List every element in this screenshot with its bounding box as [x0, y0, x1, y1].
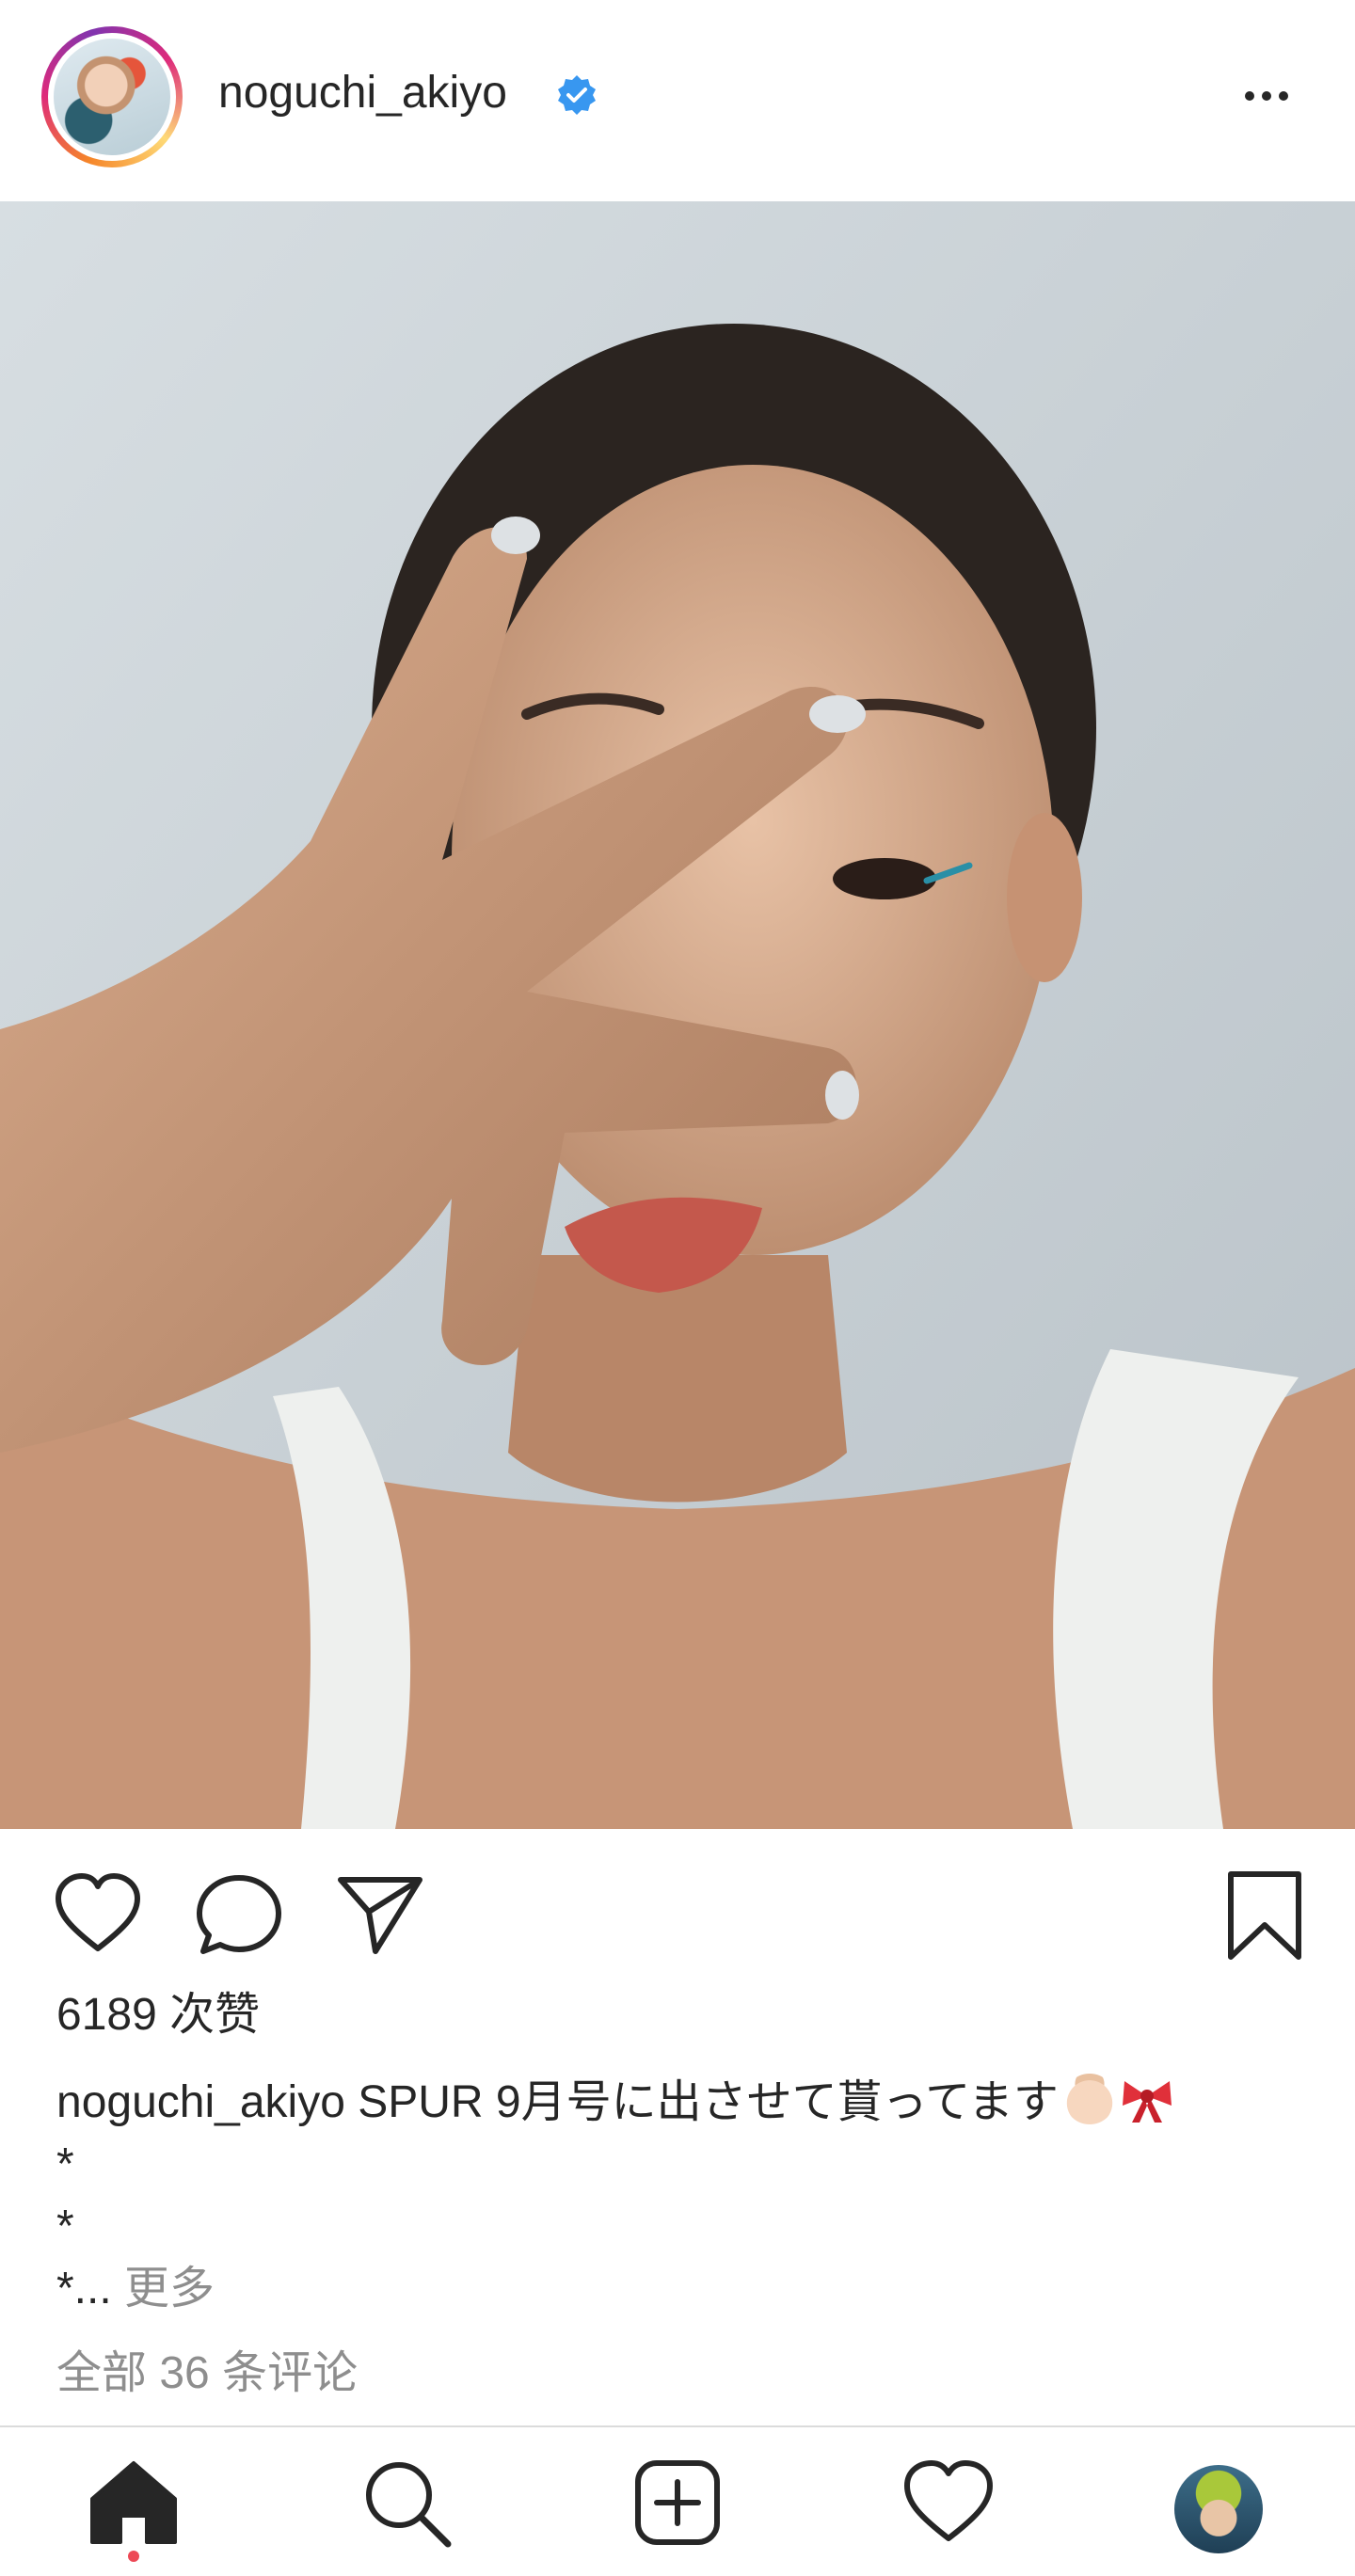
more-options-icon[interactable]	[1240, 75, 1297, 113]
caption-first-line: noguchi_akiyo SPUR 9月号に出させて貰ってます	[56, 2072, 1317, 2134]
bottom-nav	[0, 2427, 1355, 2576]
home-icon[interactable]	[87, 2456, 181, 2550]
post-caption: noguchi_akiyo SPUR 9月号に出させて貰ってます * * *..…	[56, 2072, 1317, 2320]
bookmark-icon[interactable]	[1218, 1868, 1312, 1963]
search-icon[interactable]	[359, 2456, 454, 2550]
share-icon[interactable]	[333, 1868, 427, 1963]
caption-username[interactable]: noguchi_akiyo	[56, 2077, 345, 2127]
avatar-inner-ring	[48, 33, 176, 161]
notification-dot	[128, 2551, 139, 2562]
caption-line-3: *	[56, 2202, 74, 2251]
post-header: noguchi_akiyo	[0, 0, 1355, 201]
baby-emoji-icon	[1063, 2074, 1115, 2124]
author-avatar[interactable]	[41, 26, 183, 167]
view-all-comments-link[interactable]: 全部 36 条评论	[56, 2343, 358, 2405]
caption-more-link[interactable]: 更多	[124, 2264, 215, 2314]
avatar-photo	[54, 39, 170, 155]
portrait-image	[0, 201, 1355, 1829]
profile-avatar[interactable]	[1174, 2465, 1263, 2553]
ribbon-emoji-icon	[1122, 2081, 1172, 2123]
author-username[interactable]: noguchi_akiyo	[218, 62, 507, 124]
new-post-icon[interactable]	[630, 2456, 725, 2550]
post-photo[interactable]	[0, 201, 1355, 1829]
caption-line-4: *... 更多	[56, 2258, 1317, 2320]
heart-icon[interactable]	[51, 1868, 145, 1963]
likes-count[interactable]: 6189 次赞	[56, 1983, 260, 2047]
activity-heart-icon[interactable]	[901, 2456, 996, 2550]
comment-icon[interactable]	[192, 1868, 286, 1963]
verified-badge-icon	[558, 75, 596, 115]
caption-text: SPUR 9月号に出させて貰ってます	[358, 2077, 1059, 2127]
caption-ellipsis: *...	[56, 2264, 112, 2314]
caption-line-2: *	[56, 2139, 74, 2189]
